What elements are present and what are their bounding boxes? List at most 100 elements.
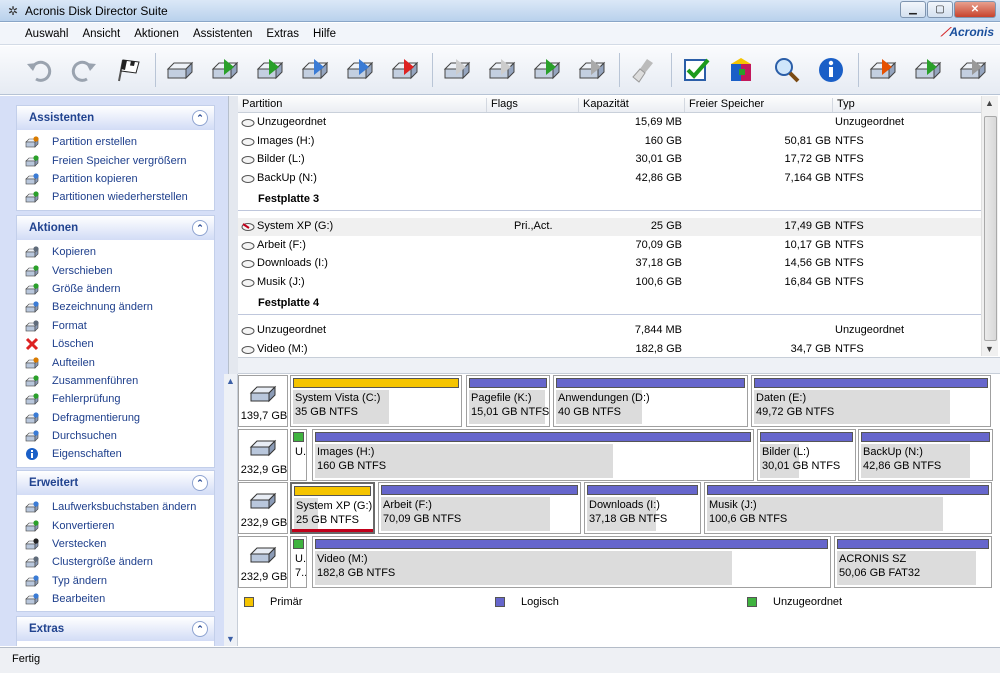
menu-hilfe[interactable]: Hilfe <box>306 28 343 40</box>
menu-extras[interactable]: Extras <box>259 28 306 40</box>
sidebar-item-recover-partition[interactable]: Partitionen wiederherstellen <box>17 188 214 206</box>
sidebar-item-format[interactable]: Format <box>17 317 214 335</box>
horizontal-splitter[interactable] <box>238 357 1000 374</box>
menu-auswahl[interactable]: Auswahl <box>18 28 75 40</box>
toolbar-button-disk-delete[interactable] <box>387 51 424 89</box>
column-free[interactable]: Freier Speicher <box>684 98 764 112</box>
sidebar-item-browse[interactable]: Durchsuchen <box>17 427 214 445</box>
table-row[interactable]: Downloads (I:) 37,18 GB 14,56 GB NTFS <box>238 255 981 273</box>
disk-map-partition[interactable]: ACRONIS SZ 50,06 GB FAT32 <box>834 535 992 588</box>
toolbar-button-disk-more[interactable] <box>955 51 992 89</box>
sidebar-item-check-errors[interactable]: Fehlerprüfung <box>17 390 214 408</box>
disk-map-partition[interactable]: Downloads (I:) 37,18 GB NTFS <box>584 482 701 534</box>
disk-1[interactable]: 139,7 GB <box>238 375 288 427</box>
minimize-button[interactable]: ▁ <box>900 1 926 18</box>
sidebar-item-convert[interactable]: Konvertieren <box>17 516 214 534</box>
collapse-chevron-icon[interactable]: ⌃ <box>192 475 208 491</box>
disk-map-partition[interactable]: Daten (E:) 49,72 GB NTFS <box>751 375 991 427</box>
column-partition[interactable]: Partition <box>238 98 282 112</box>
panel-header-extras[interactable]: Extras ⌃ <box>17 617 214 641</box>
table-row[interactable]: BackUp (N:) 42,86 GB 7,164 GB NTFS <box>238 170 981 188</box>
disk-2[interactable]: 232,9 GB <box>238 428 288 481</box>
collapse-chevron-icon[interactable]: ⌃ <box>192 220 208 236</box>
toolbar-button-disk-label[interactable] <box>297 51 334 89</box>
table-row[interactable]: System XP (G:) Pri.,Act. 25 GB 17,49 GB NTFS <box>238 218 981 236</box>
table-row[interactable]: Video (M:) 182,8 GB 34,7 GB NTFS <box>238 341 981 357</box>
disk-map-partition[interactable]: Arbeit (F:) 70,09 GB NTFS <box>378 482 581 534</box>
disk-4[interactable]: 232,9 GB <box>238 535 288 588</box>
sidebar-item-copy-partition[interactable]: Partition kopieren <box>17 170 214 188</box>
menu-ansicht[interactable]: Ansicht <box>75 28 127 40</box>
menu-assistenten[interactable]: Assistenten <box>186 28 259 40</box>
sidebar-item-properties[interactable]: Eigenschaften <box>17 445 214 463</box>
sidebar-item-move[interactable]: Verschieben <box>17 261 214 279</box>
panel-header-aktionen[interactable]: Aktionen ⌃ <box>17 216 214 240</box>
toolbar-button-disk-merge[interactable] <box>484 51 521 89</box>
column-type[interactable]: Typ <box>832 98 855 112</box>
toolbar-button-disk-format[interactable] <box>342 51 379 89</box>
toolbar-button-disk-resize[interactable] <box>252 51 289 89</box>
legend-label: Unzugeordnet <box>773 596 843 608</box>
disk-map-partition[interactable]: Pagefile (K:) 15,01 GB NTFS <box>466 375 550 427</box>
partition-name: BackUp (N:) <box>863 445 923 458</box>
sidebar-item-edit[interactable]: Bearbeiten <box>17 590 214 608</box>
disk-map-partition[interactable]: Video (M:) 182,8 GB NTFS <box>312 535 831 588</box>
sidebar-item-cluster-size[interactable]: Clustergröße ändern <box>17 553 214 571</box>
collapse-chevron-icon[interactable]: ⌃ <box>192 621 208 637</box>
sidebar-item-label[interactable]: Bezeichnung ändern <box>17 298 214 316</box>
disk-map-partition[interactable]: U. 7.. <box>290 535 307 588</box>
toolbar-button-cleanup-brush[interactable] <box>626 51 663 89</box>
toolbar-button-disk-check[interactable] <box>529 51 566 89</box>
column-capacity[interactable]: Kapazität <box>578 98 629 112</box>
table-row[interactable]: Unzugeordnet 15,69 MB Unzugeordnet <box>238 114 981 132</box>
toolbar-button-redo[interactable] <box>65 51 102 89</box>
disk-map-partition[interactable]: System XP (G:) 25 GB NTFS <box>290 482 375 534</box>
toolbar-button-disk-transfer[interactable] <box>910 51 947 89</box>
sidebar-item-delete[interactable]: Löschen <box>17 335 214 353</box>
disk-map-partition[interactable]: Anwendungen (D:) 40 GB NTFS <box>553 375 748 427</box>
sidebar-item-split[interactable]: Aufteilen <box>17 353 214 371</box>
toolbar <box>0 46 1000 95</box>
menu-aktionen[interactable]: Aktionen <box>127 28 186 40</box>
disk-map-partition[interactable]: BackUp (N:) 42,86 GB NTFS <box>858 428 993 481</box>
table-scrollbar[interactable]: ▲ ▼ <box>981 96 998 356</box>
toolbar-button-package[interactable] <box>723 51 760 89</box>
sidebar-item-resize[interactable]: Größe ändern <box>17 280 214 298</box>
panel-header-erweitert[interactable]: Erweitert ⌃ <box>17 471 214 495</box>
sidebar-item-create-partition[interactable]: Partition erstellen <box>17 133 214 151</box>
toolbar-button-undo[interactable] <box>20 51 57 89</box>
close-button[interactable]: ✕ <box>954 1 996 18</box>
collapse-chevron-icon[interactable]: ⌃ <box>192 110 208 126</box>
disk-map-partition[interactable]: Bilder (L:) 30,01 GB NTFS <box>757 428 856 481</box>
disk-map-partition[interactable]: U. <box>290 428 307 481</box>
sidebar-item-merge[interactable]: Zusammenführen <box>17 372 214 390</box>
toolbar-button-disk-move[interactable] <box>207 51 244 89</box>
column-flags[interactable]: Flags <box>486 98 518 112</box>
toolbar-button-disk-split[interactable] <box>439 51 476 89</box>
toolbar-button-commit-flag[interactable] <box>110 51 147 89</box>
table-row[interactable]: Images (H:) 160 GB 50,81 GB NTFS <box>238 133 981 151</box>
disk-map-partition[interactable]: Images (H:) 160 GB NTFS <box>312 428 754 481</box>
sidebar-item-change-type[interactable]: Typ ändern <box>17 572 214 590</box>
maximize-button[interactable]: ▢ <box>927 1 953 18</box>
toolbar-button-checkmark[interactable] <box>678 51 715 89</box>
toolbar-button-search[interactable] <box>768 51 805 89</box>
table-row[interactable]: Musik (J:) 100,6 GB 16,84 GB NTFS <box>238 274 981 292</box>
toolbar-button-disk-defrag[interactable] <box>574 51 611 89</box>
sidebar-item-copy[interactable]: Kopieren <box>17 243 214 261</box>
sidebar-item-expand-space[interactable]: Freien Speicher vergrößern <box>17 151 214 169</box>
table-row[interactable]: Unzugeordnet 7,844 MB Unzugeordnet <box>238 322 981 340</box>
table-row[interactable]: Bilder (L:) 30,01 GB 17,72 GB NTFS <box>238 151 981 169</box>
map-scrollbar[interactable]: ▲ ▼ <box>224 374 238 646</box>
disk-map-partition[interactable]: Musik (J:) 100,6 GB NTFS <box>704 482 992 534</box>
table-row[interactable]: Arbeit (F:) 70,09 GB 10,17 GB NTFS <box>238 237 981 255</box>
toolbar-button-disk-tool[interactable] <box>865 51 902 89</box>
sidebar-item-defrag[interactable]: Defragmentierung <box>17 409 214 427</box>
toolbar-button-disk-copy[interactable] <box>162 51 199 89</box>
sidebar-item-drive-letter[interactable]: Laufwerksbuchstaben ändern <box>17 498 214 516</box>
toolbar-button-info[interactable] <box>813 51 850 89</box>
disk-map-partition[interactable]: System Vista (C:) 35 GB NTFS <box>290 375 462 427</box>
panel-header-assistenten[interactable]: Assistenten ⌃ <box>17 106 214 130</box>
disk-3[interactable]: 232,9 GB <box>238 482 288 534</box>
sidebar-item-hide[interactable]: Verstecken <box>17 535 214 553</box>
